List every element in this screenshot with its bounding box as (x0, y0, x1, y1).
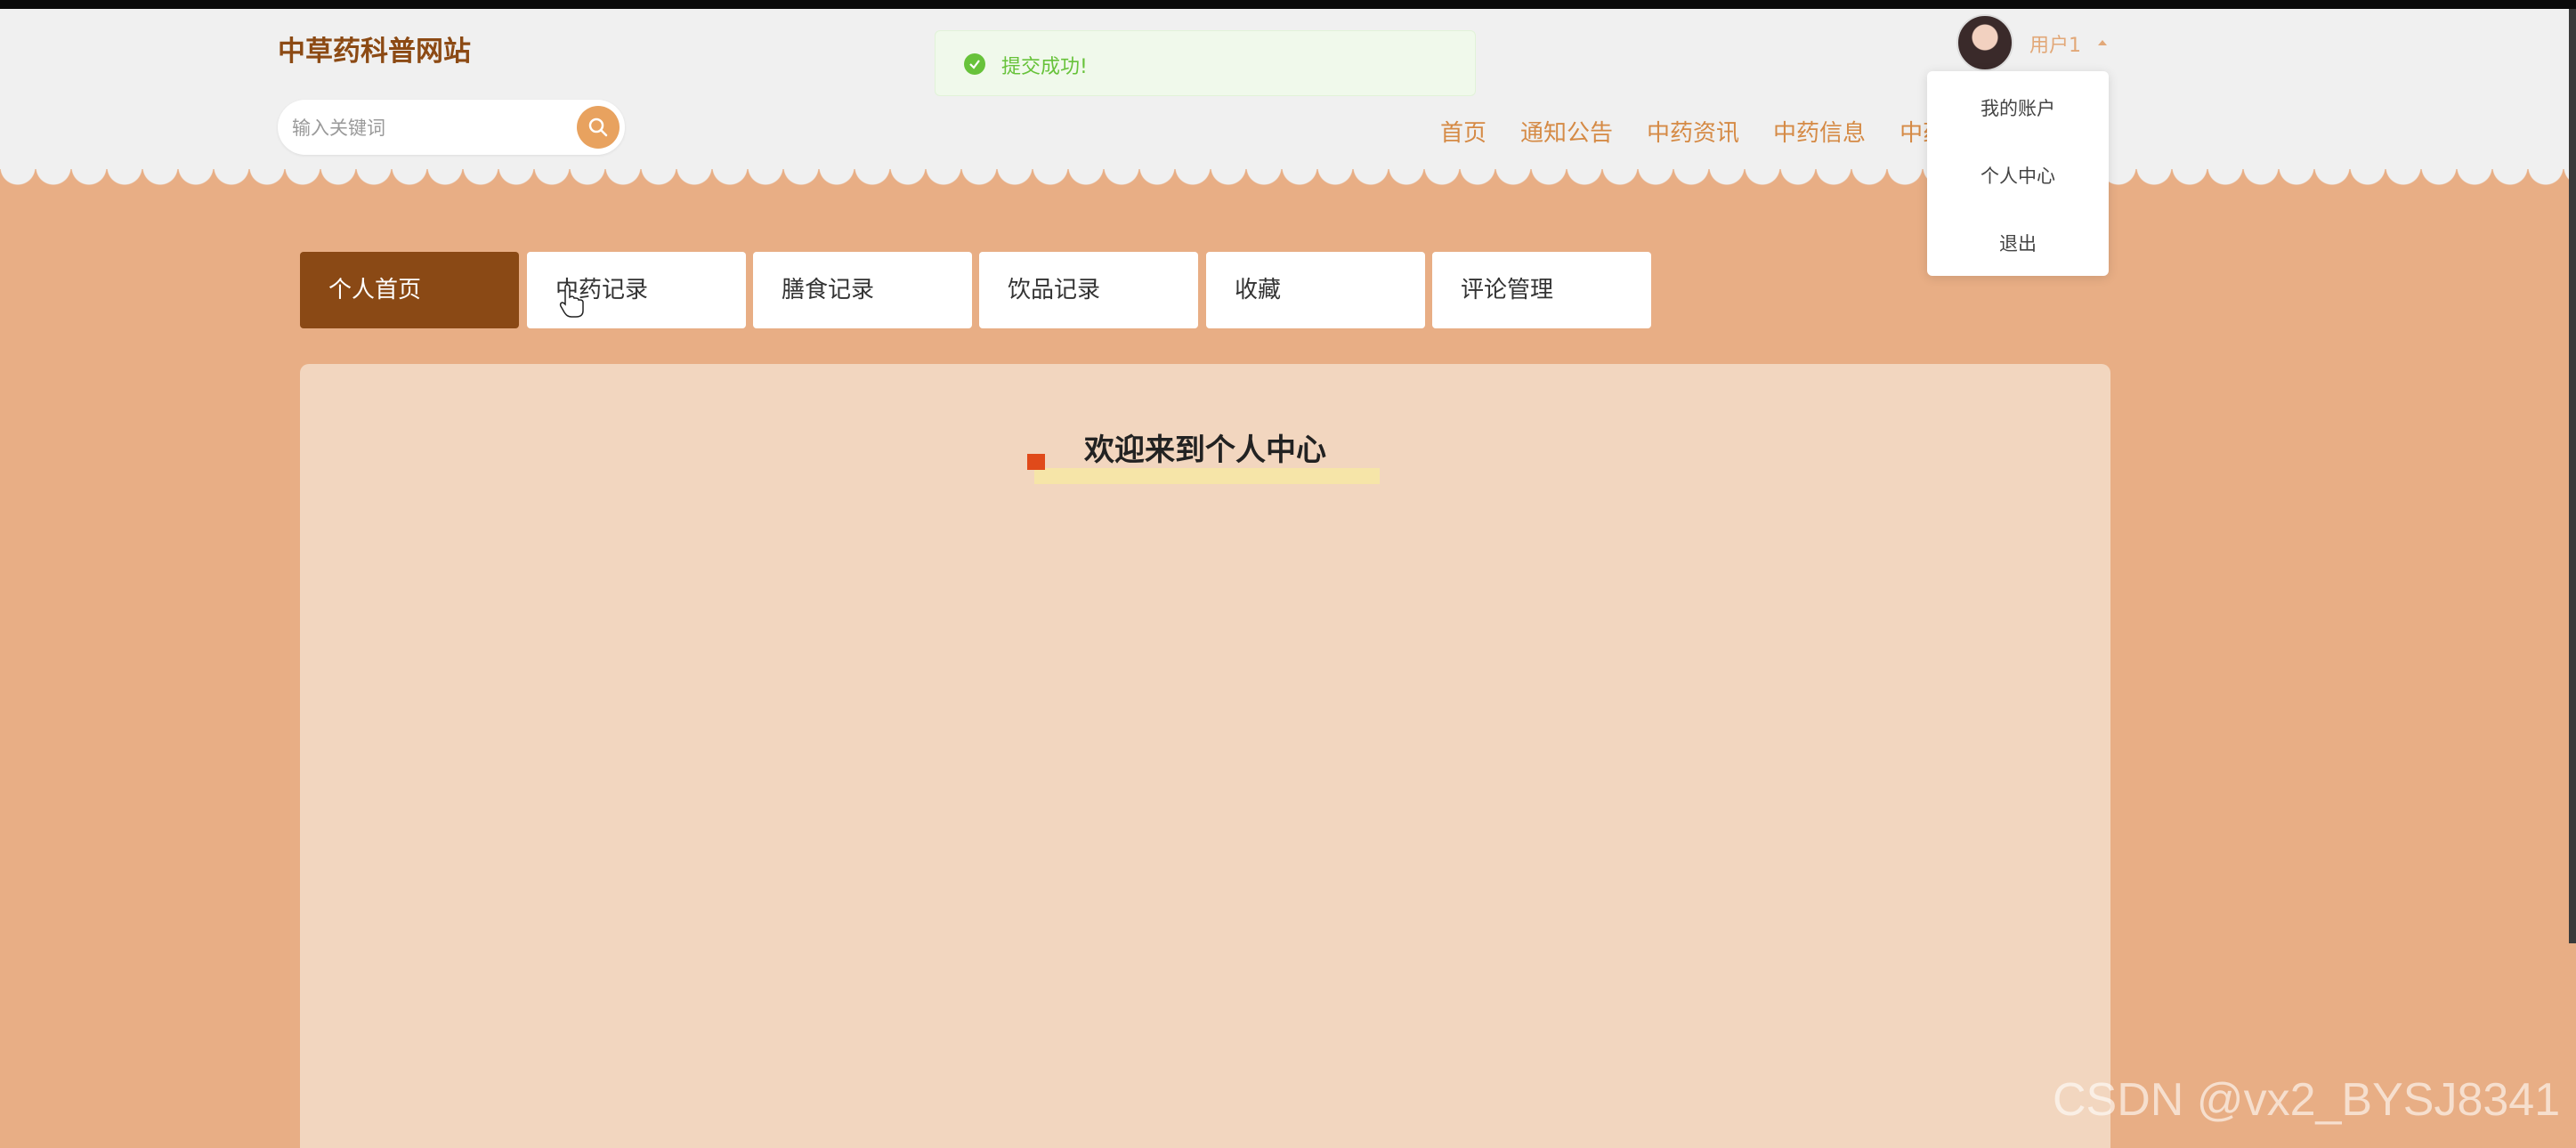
nav-item-herb-info[interactable]: 中药信息 (1773, 116, 1866, 151)
window-top-strip (0, 0, 2576, 9)
check-circle-icon (964, 53, 985, 75)
title-flag-marker (1027, 454, 1045, 470)
caret-up-icon (2098, 40, 2107, 45)
tab-personal-home[interactable]: 个人首页 (300, 252, 519, 328)
page-title: 欢迎来到个人中心 (1084, 433, 1326, 468)
menu-item-my-account[interactable]: 我的账户 (1927, 94, 2109, 121)
hand-cursor-icon (559, 284, 584, 318)
menu-item-personal-center[interactable]: 个人中心 (1927, 162, 2109, 189)
avatar[interactable] (1956, 14, 2013, 71)
menu-item-logout[interactable]: 退出 (1927, 230, 2109, 256)
watermark: CSDN @vx2_BYSJ8341 (2053, 1074, 2561, 1126)
user-name[interactable]: 用户1 (2029, 29, 2081, 58)
success-toast: 提交成功! (935, 30, 1476, 96)
nav-item-notices[interactable]: 通知公告 (1520, 116, 1613, 151)
search-icon (588, 117, 608, 137)
search-input[interactable] (290, 100, 561, 157)
title-highlight-bar (1034, 468, 1380, 484)
header-wave-divider (0, 167, 2576, 194)
nav-item-herb-news[interactable]: 中药资讯 (1647, 116, 1739, 151)
user-dropdown-menu: 我的账户 个人中心 退出 (1927, 71, 2109, 276)
search-button[interactable] (577, 106, 620, 149)
toast-message: 提交成功! (1001, 56, 1088, 78)
page-scrollbar[interactable] (2569, 9, 2576, 943)
tab-diet-records[interactable]: 膳食记录 (753, 252, 972, 328)
search-box (278, 100, 625, 157)
tab-drink-records[interactable]: 饮品记录 (979, 252, 1198, 328)
nav-item-home[interactable]: 首页 (1440, 116, 1486, 151)
tab-favorites[interactable]: 收藏 (1206, 252, 1425, 328)
tab-comment-management[interactable]: 评论管理 (1432, 252, 1651, 328)
site-title[interactable]: 中草药科普网站 (278, 28, 471, 69)
